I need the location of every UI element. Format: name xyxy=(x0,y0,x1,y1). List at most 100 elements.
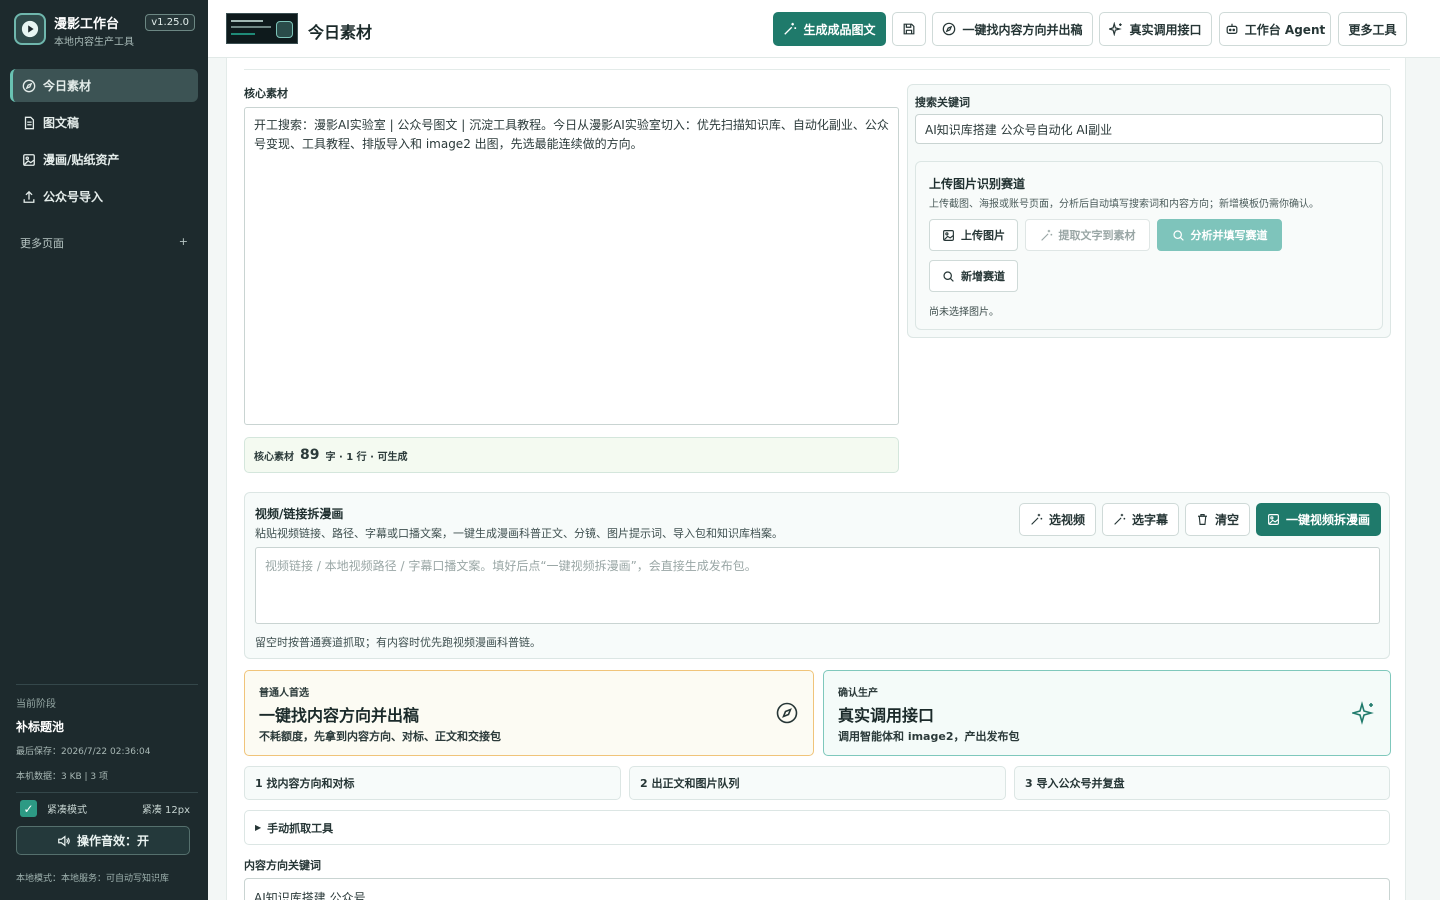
main-content: 核心素材 开工搜索：漫影AI实验室 | 公众号图文 | 沉淀工具教程。今日从漫影… xyxy=(226,58,1406,900)
upload-image-label: 上传图片 xyxy=(961,229,1005,242)
stage-value: 补标题池 xyxy=(16,720,65,734)
clear-button[interactable]: 清空 xyxy=(1185,503,1250,536)
sidebar: 漫影工作台 本地内容生产工具 v1.25.0 今日素材 图文稿 漫画/贴纸资产 … xyxy=(0,0,208,900)
agent-button[interactable]: 工作台 Agent xyxy=(1219,12,1331,46)
compass-icon xyxy=(776,702,798,724)
search-keyword-input[interactable]: AI知识库搭建 公众号自动化 AI副业 xyxy=(915,114,1383,144)
sound-label: 操作音效：开 xyxy=(76,834,149,848)
sidebar-item-label: 今日素材 xyxy=(43,79,92,93)
magic-wand-icon xyxy=(784,22,797,35)
compact-value: 紧凑 12px xyxy=(141,805,190,816)
search-icon xyxy=(943,270,954,282)
sidebar-nav: 今日素材 图文稿 漫画/贴纸资产 公众号导入 xyxy=(10,69,198,217)
generate-label: 生成成品图文 xyxy=(803,22,876,37)
divider xyxy=(244,69,1390,70)
save-icon xyxy=(903,23,915,35)
caret-right-icon: ▶ xyxy=(255,823,262,832)
count-number: 89 xyxy=(300,447,320,463)
upload-description: 上传截图、海报或账号页面，分析后自动填写搜索词和内容方向；新增模板仍需你确认。 xyxy=(929,199,1319,210)
sparkles-icon xyxy=(1109,22,1123,36)
content-keyword-input[interactable]: AI知识库搭建 公众号 xyxy=(244,878,1390,900)
card-description: 不耗额度，先拿到内容方向、对标、正文和交接包 xyxy=(259,730,501,743)
real-api-label: 真实调用接口 xyxy=(1129,22,1202,37)
real-api-button[interactable]: 真实调用接口 xyxy=(1099,12,1212,46)
page-thumbnail xyxy=(226,13,298,44)
more-pages-toggle[interactable]: 更多页面 + xyxy=(20,235,188,251)
video-to-comic-card: 视频/链接拆漫画 粘贴视频链接、路径、字幕或口播文案，一键生成漫画科普正文、分镜… xyxy=(244,492,1390,659)
compact-checkbox[interactable]: ✓ xyxy=(20,800,37,817)
sidebar-item-import[interactable]: 公众号导入 xyxy=(10,180,198,213)
sidebar-item-label: 漫画/贴纸资产 xyxy=(43,153,120,167)
more-pages-label: 更多页面 xyxy=(20,237,64,250)
local-data: 本机数据：3 KB | 3 项 xyxy=(16,769,198,793)
step-3[interactable]: 3 导入公众号并复盘 xyxy=(1014,766,1390,800)
extract-text-button[interactable]: 提取文字到素材 xyxy=(1025,219,1150,251)
upload-empty-state: 尚未选择图片。 xyxy=(929,307,999,318)
card-description: 调用智能体和 image2，产出发布包 xyxy=(838,730,1020,743)
image-track-upload: 上传图片识别赛道 上传截图、海报或账号页面，分析后自动填写搜索词和内容方向；新增… xyxy=(915,161,1383,330)
select-subtitle-button[interactable]: 选字幕 xyxy=(1102,503,1179,536)
topbar: 今日素材 生成成品图文 一键找内容方向并出稿 真实调用接口 工作台 Agent … xyxy=(208,0,1440,58)
core-material-textarea[interactable]: 开工搜索：漫影AI实验室 | 公众号图文 | 沉淀工具教程。今日从漫影AI实验室… xyxy=(244,107,899,425)
more-tools-button[interactable]: 更多工具 xyxy=(1338,12,1407,46)
sidebar-item-today-materials[interactable]: 今日素材 xyxy=(10,69,198,102)
core-material-count: 核心素材 89 字 · 1 行 · 可生成 xyxy=(244,437,899,473)
card-kicker: 确认生产 xyxy=(838,688,878,699)
page-title: 今日素材 xyxy=(308,23,373,42)
video-source-input[interactable]: 视频链接 / 本地视频路径 / 字幕口播文案。填好后点“一键视频拆漫画”，会直接… xyxy=(255,547,1380,624)
save-button[interactable] xyxy=(892,12,926,46)
image-icon xyxy=(22,153,36,167)
document-icon xyxy=(22,116,36,130)
new-track-label: 新增赛道 xyxy=(961,270,1005,283)
analyze-track-label: 分析并填写赛道 xyxy=(1190,229,1268,242)
step-2[interactable]: 2 出正文和图片队列 xyxy=(629,766,1006,800)
image-icon xyxy=(943,229,954,241)
sidebar-item-drafts[interactable]: 图文稿 xyxy=(10,106,198,139)
search-keyword-label: 搜索关键词 xyxy=(915,96,970,109)
step-1[interactable]: 1 找内容方向和对标 xyxy=(244,766,621,800)
video-to-comic-label: 一键视频拆漫画 xyxy=(1285,513,1370,527)
new-track-button[interactable]: 新增赛道 xyxy=(929,260,1018,292)
stage-info: 当前阶段 补标题池 最后保存：2026/7/22 02:36:04 本机数据：3… xyxy=(16,684,198,793)
video-to-comic-button[interactable]: 一键视频拆漫画 xyxy=(1256,503,1381,536)
find-direction-label: 一键找内容方向并出稿 xyxy=(962,22,1083,37)
upload-image-button[interactable]: 上传图片 xyxy=(929,219,1018,251)
sidebar-item-assets[interactable]: 漫画/贴纸资产 xyxy=(10,143,198,176)
magic-wand-icon xyxy=(1031,513,1043,525)
analyze-track-button[interactable]: 分析并填写赛道 xyxy=(1157,219,1282,251)
find-direction-button[interactable]: 一键找内容方向并出稿 xyxy=(932,12,1093,46)
play-logo-icon xyxy=(14,13,46,45)
manual-tools-toggle[interactable]: ▶ 手动抓取工具 xyxy=(244,810,1390,845)
video-card-description: 粘贴视频链接、路径、字幕或口播文案，一键生成漫画科普正文、分镜、图片提示词、导入… xyxy=(255,527,783,540)
content-keyword-label: 内容方向关键词 xyxy=(244,859,321,872)
stage-label: 当前阶段 xyxy=(16,699,56,710)
find-direction-card[interactable]: 普通人首选 一键找内容方向并出稿 不耗额度，先拿到内容方向、对标、正文和交接包 xyxy=(244,670,814,756)
core-material-label: 核心素材 xyxy=(244,87,288,100)
search-icon xyxy=(1172,229,1184,241)
generate-article-button[interactable]: 生成成品图文 xyxy=(773,12,886,46)
robot-icon xyxy=(1226,23,1238,34)
magic-wand-icon xyxy=(1040,229,1052,241)
compact-mode-toggle[interactable]: ✓ 紧凑模式 紧凑 12px xyxy=(20,800,190,817)
last-saved: 最后保存：2026/7/22 02:36:04 xyxy=(16,747,151,757)
plus-icon: + xyxy=(178,235,188,248)
more-tools-label: 更多工具 xyxy=(1348,22,1397,37)
sparkles-icon xyxy=(1352,701,1374,725)
extract-text-label: 提取文字到素材 xyxy=(1058,229,1136,242)
clear-label: 清空 xyxy=(1214,513,1239,527)
video-card-title: 视频/链接拆漫画 xyxy=(255,507,344,521)
select-subtitle-label: 选字幕 xyxy=(1131,513,1168,527)
card-title: 真实调用接口 xyxy=(838,706,935,725)
select-video-button[interactable]: 选视频 xyxy=(1019,503,1096,536)
compass-icon xyxy=(943,22,956,36)
count-suffix: 字 · 1 行 · 可生成 xyxy=(325,451,408,463)
select-video-label: 选视频 xyxy=(1048,513,1085,527)
card-kicker: 普通人首选 xyxy=(259,688,309,699)
real-api-card[interactable]: 确认生产 真实调用接口 调用智能体和 image2，产出发布包 xyxy=(823,670,1391,756)
sidebar-item-label: 公众号导入 xyxy=(43,190,104,204)
search-panel: 搜索关键词 AI知识库搭建 公众号自动化 AI副业 上传图片识别赛道 上传截图、… xyxy=(907,84,1391,338)
video-hint: 留空时按普通赛道抓取；有内容时优先跑视频漫画科普链。 xyxy=(255,636,541,649)
brand-subtitle: 本地内容生产工具 xyxy=(54,37,134,48)
image-icon xyxy=(1268,514,1279,525)
sound-toggle-button[interactable]: 操作音效：开 xyxy=(16,826,190,855)
